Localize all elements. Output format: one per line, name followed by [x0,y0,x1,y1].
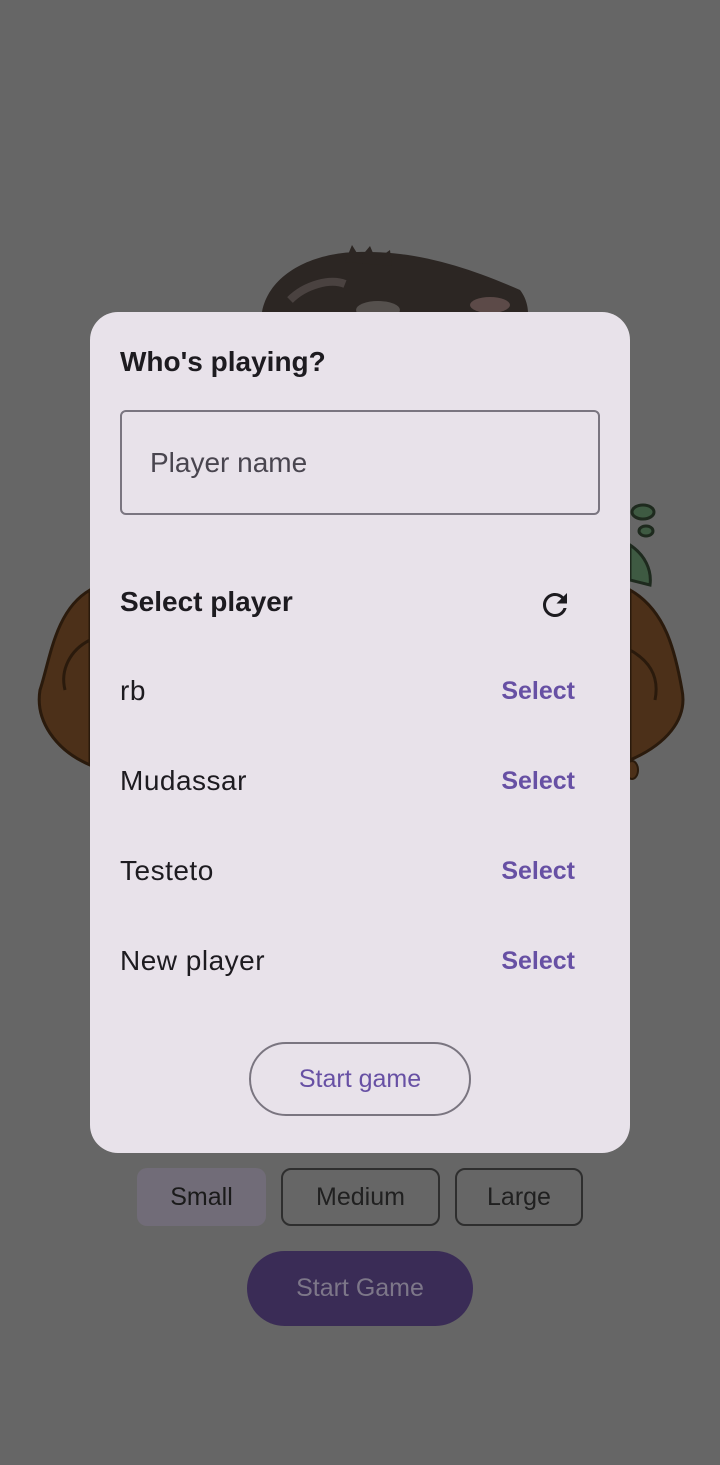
start-game-main-button[interactable]: Start Game [247,1251,473,1326]
select-player-button[interactable]: Select [501,853,575,890]
select-player-header: Select player [120,586,293,617]
dialog-title: Who's playing? [120,346,326,377]
player-select-dialog: Who's playing? Select player rb Select M… [90,312,630,1153]
select-player-button[interactable]: Select [501,673,575,710]
player-name: Mudassar [120,765,247,796]
player-row: Testeto Select [120,831,590,921]
player-row: New player Select [120,921,590,1011]
player-list: rb Select Mudassar Select Testeto Select… [120,651,590,1011]
size-medium-button[interactable]: Medium [281,1168,440,1226]
start-game-button[interactable]: Start game [249,1042,471,1116]
player-name-input[interactable] [120,410,600,515]
player-name: New player [120,945,266,976]
player-name: rb [120,675,146,706]
size-small-button[interactable]: Small [137,1168,266,1226]
size-large-button[interactable]: Large [455,1168,583,1226]
player-name: Testeto [120,855,214,886]
player-row: rb Select [120,651,590,741]
select-player-button[interactable]: Select [501,763,575,800]
board-size-selector: Small Medium Large [0,1168,720,1228]
player-row: Mudassar Select [120,741,590,831]
refresh-button[interactable] [531,581,579,629]
select-player-button[interactable]: Select [501,943,575,980]
refresh-icon [543,593,567,617]
